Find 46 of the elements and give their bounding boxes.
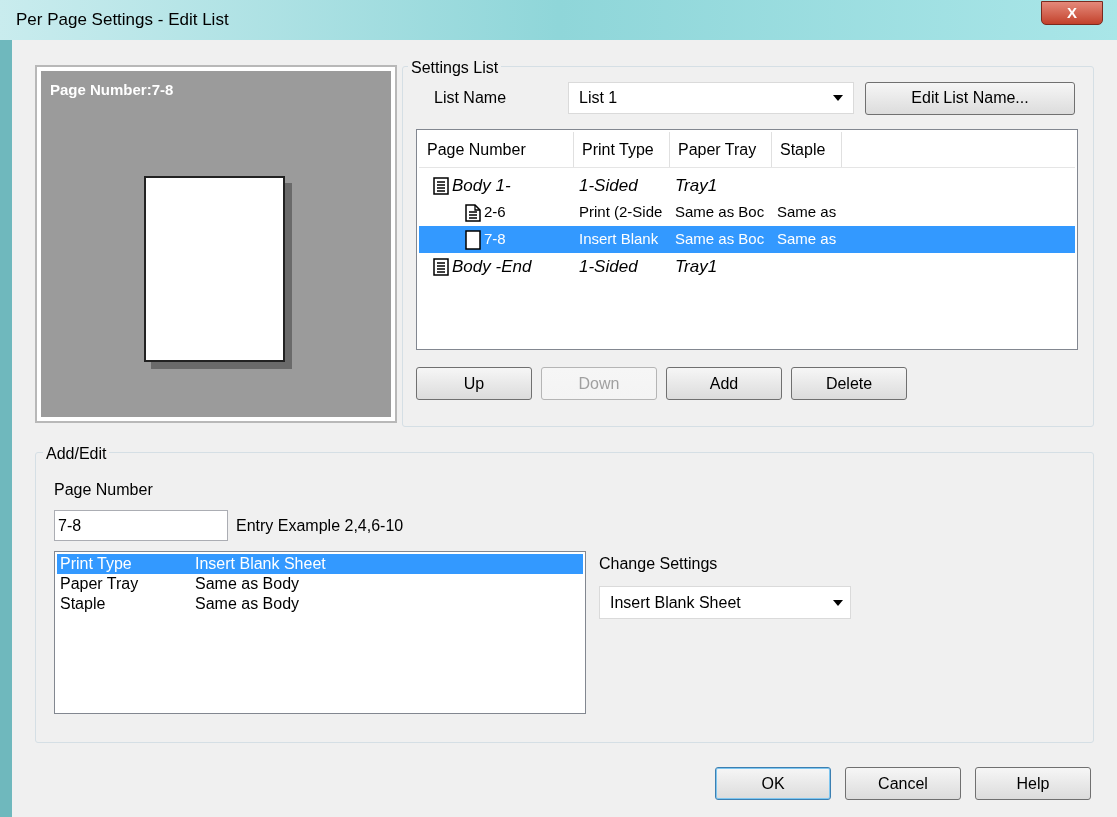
paper-tray-cell-text: Tray1 bbox=[674, 255, 719, 278]
paper-tray-cell-text: Tray1 bbox=[674, 174, 719, 197]
change-settings-label: Change Settings bbox=[599, 554, 719, 574]
print-type-cell-text: Print (2-Side bbox=[578, 202, 664, 223]
staple-cell-text: Same as bbox=[776, 229, 838, 250]
document-lines-icon bbox=[433, 176, 449, 195]
page-number-cell-text: Body -End bbox=[452, 255, 532, 278]
page-number-cell-text: Body 1- bbox=[452, 174, 511, 197]
column-header[interactable]: Paper Tray bbox=[670, 132, 772, 167]
list-row[interactable]: 2-6 Print (2-Side Same as Boc Same as bbox=[419, 199, 1075, 226]
document-fold-icon bbox=[465, 203, 481, 222]
settings-list-item[interactable]: Paper Tray Same as Body bbox=[57, 574, 583, 594]
list-row[interactable]: Body 1- 1-Sided Tray1 bbox=[419, 172, 1075, 199]
caret-icon bbox=[833, 599, 843, 606]
window-title: Per Page Settings - Edit List bbox=[16, 9, 229, 32]
document-lines-icon bbox=[433, 257, 449, 276]
page-number-label: Page Number bbox=[54, 480, 154, 500]
print-type-cell-text: 1-Sided bbox=[578, 255, 639, 278]
page-number-cell-text: 7-8 bbox=[484, 229, 506, 250]
close-button[interactable]: X bbox=[1041, 1, 1103, 25]
settings-list-item[interactable]: Staple Same as Body bbox=[57, 594, 583, 614]
page-number-field[interactable]: 7-8 bbox=[54, 510, 228, 541]
print-type-cell-text: 1-Sided bbox=[578, 174, 639, 197]
column-header[interactable]: Print Type bbox=[574, 132, 670, 167]
dialog-button[interactable]: OK bbox=[715, 767, 831, 800]
dialog-button[interactable]: Cancel bbox=[845, 767, 961, 800]
print-type-cell-text: Insert Blank bbox=[578, 229, 660, 250]
dialog-button[interactable]: Delete bbox=[791, 367, 907, 400]
page-number-cell-text: 2-6 bbox=[484, 202, 506, 223]
dialog-button[interactable]: Up bbox=[416, 367, 532, 400]
change-settings-dropdown[interactable]: Insert Blank Sheet bbox=[599, 586, 851, 619]
column-header[interactable]: Staple bbox=[772, 132, 842, 167]
dialog-button[interactable]: Help bbox=[975, 767, 1091, 800]
paper-tray-cell-text: Same as Boc bbox=[674, 229, 766, 250]
caret-icon bbox=[833, 95, 843, 101]
preview-label: Page Number:7-8 bbox=[49, 80, 175, 100]
blank-page-icon bbox=[465, 229, 481, 250]
dialog-button[interactable]: Edit List Name... bbox=[865, 81, 1075, 115]
list-name-label: List Name bbox=[433, 88, 508, 108]
column-header[interactable]: Page Number bbox=[419, 132, 574, 167]
entry-example-text: Entry Example 2,4,6-10 bbox=[236, 515, 404, 536]
paper-tray-cell-text: Same as Boc bbox=[674, 202, 766, 223]
list-row[interactable]: Body -End 1-Sided Tray1 bbox=[419, 253, 1075, 280]
staple-cell-text: Same as bbox=[776, 202, 838, 223]
dialog-button[interactable]: Add bbox=[666, 367, 782, 400]
list-name-dropdown[interactable]: List 1 bbox=[568, 82, 854, 114]
